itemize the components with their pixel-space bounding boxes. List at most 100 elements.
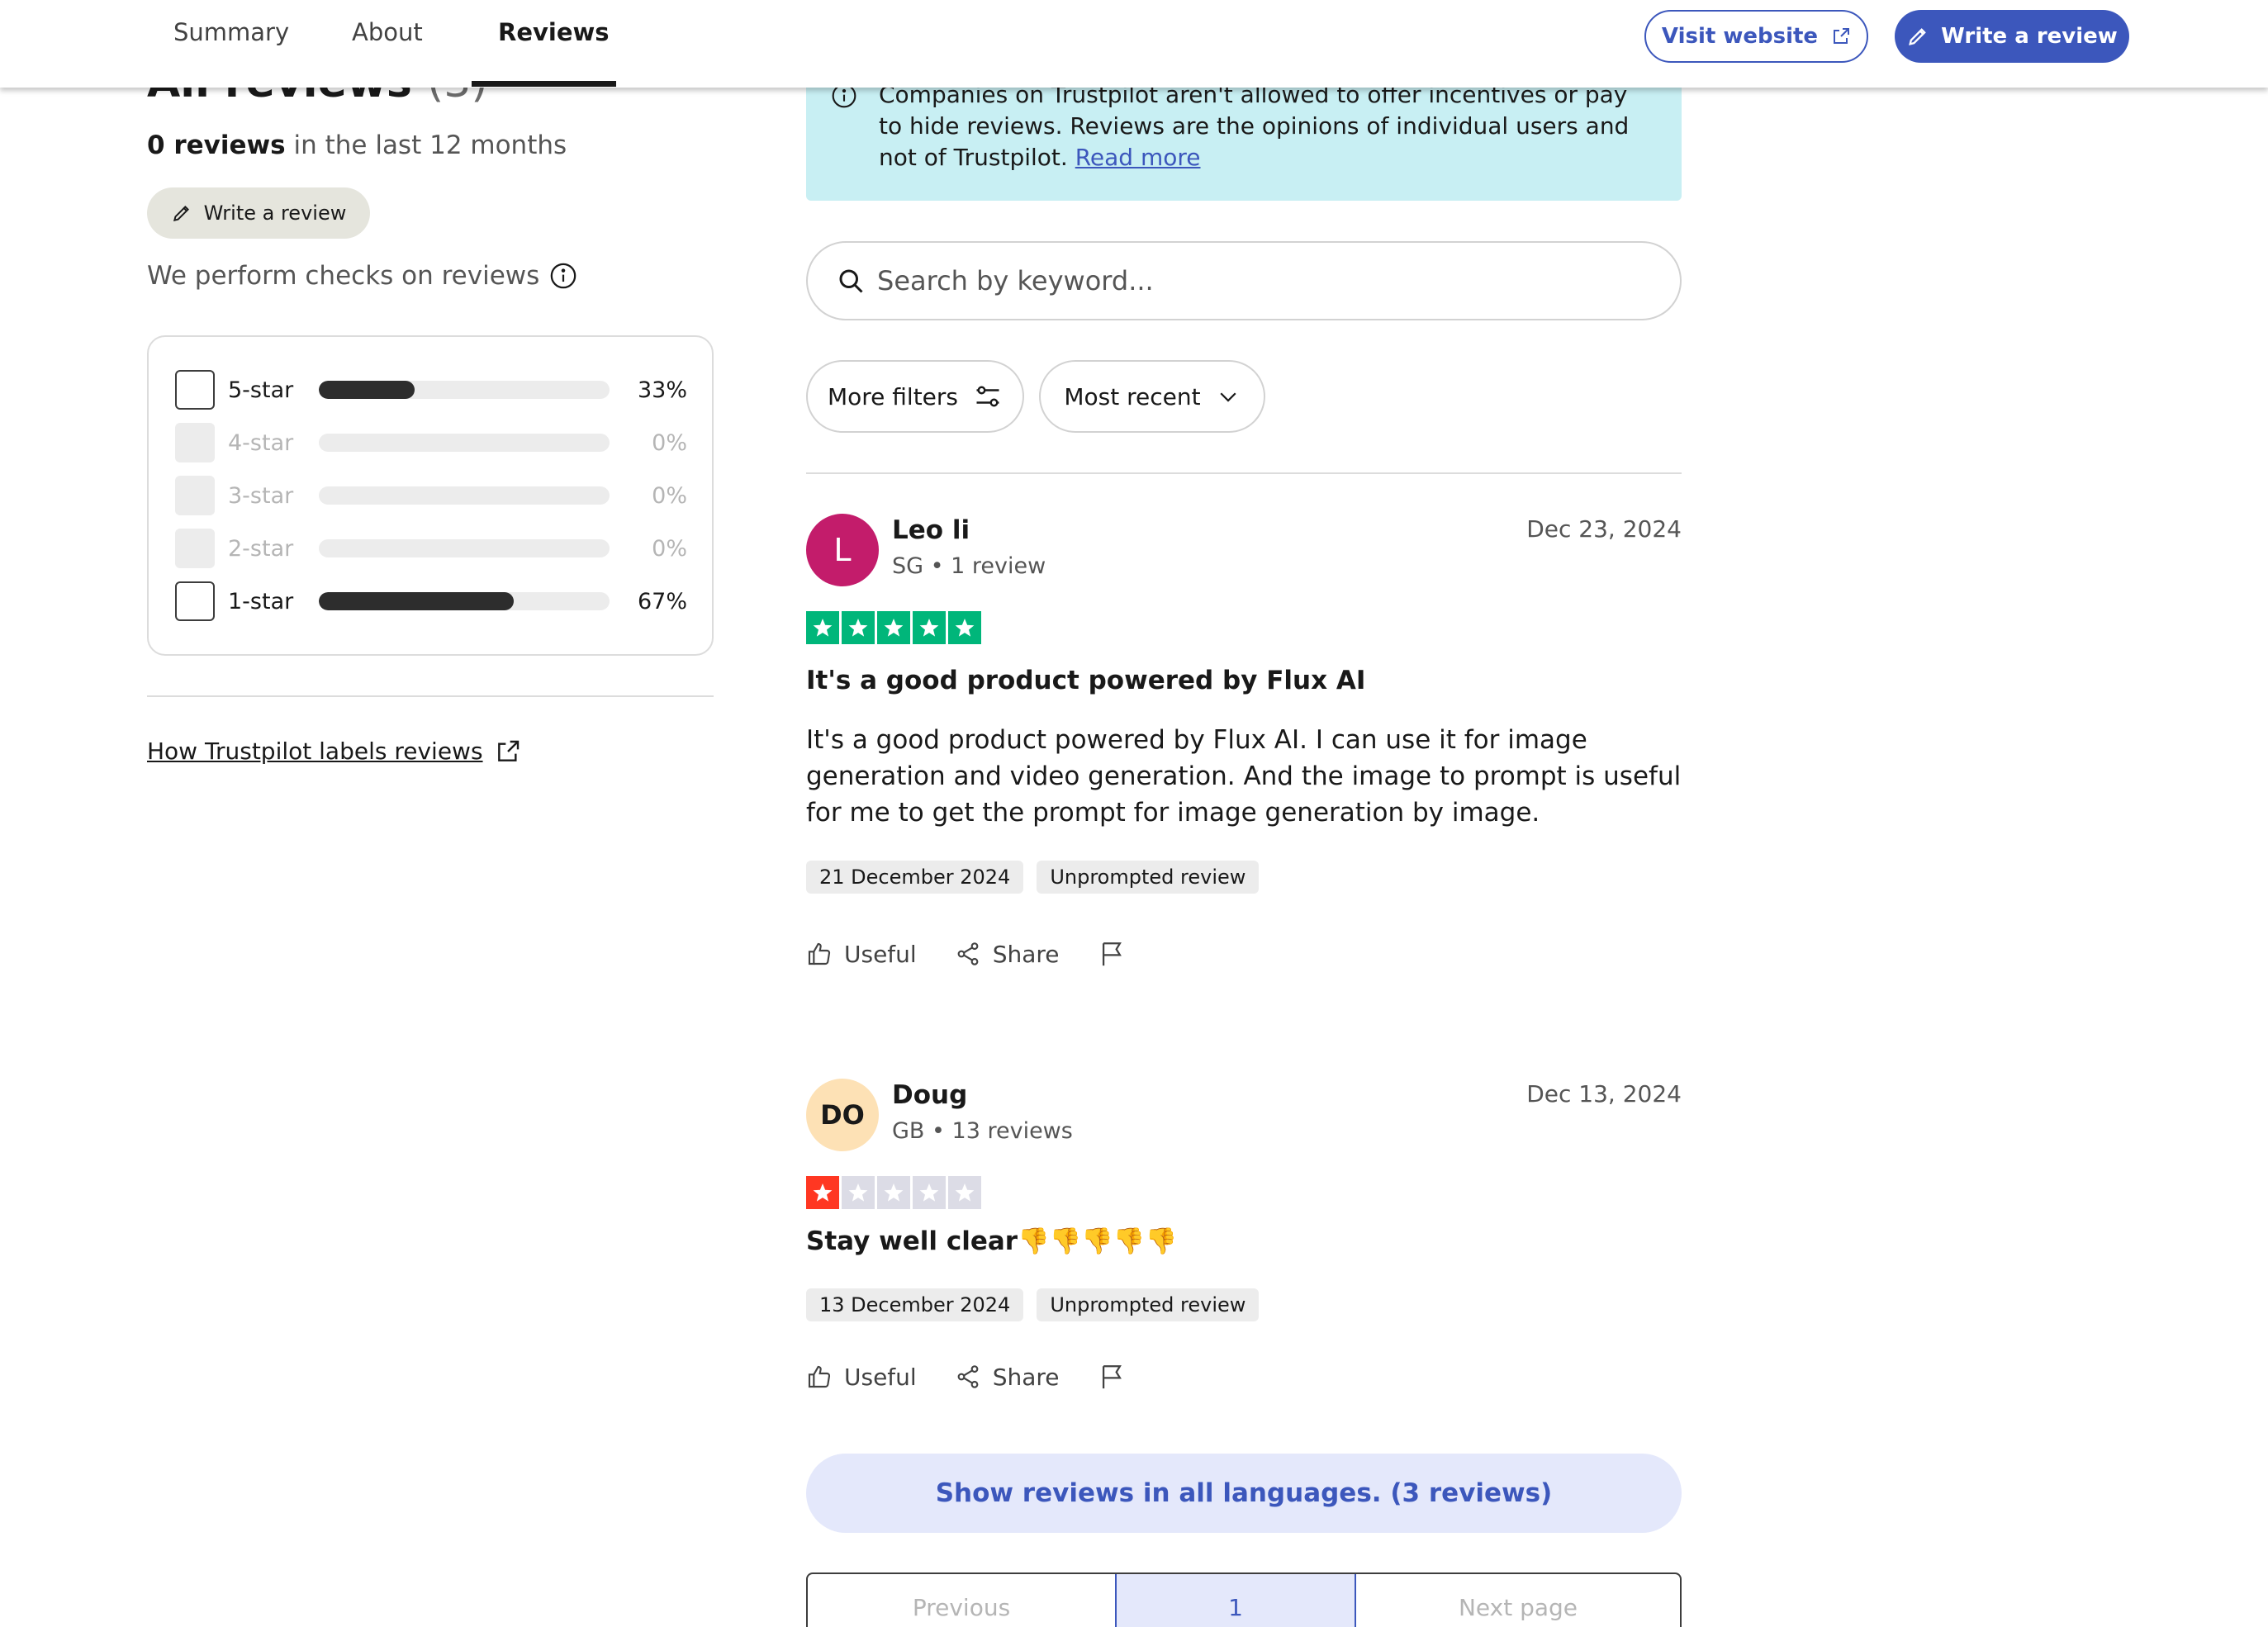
rating-bar-fill-5 xyxy=(319,381,415,399)
top-nav: Summary About Reviews Visit website Writ… xyxy=(0,0,2268,88)
share-icon xyxy=(957,942,979,965)
pencil-icon xyxy=(1909,28,1926,45)
rating-percent-5: 33% xyxy=(637,377,687,403)
rating-distribution: 5-star 33% 4-star 0% 3-star 0% 2-star 0%… xyxy=(147,335,714,656)
rating-row-3: 3-star 0% xyxy=(175,476,687,515)
share-label: Share xyxy=(992,940,1060,968)
review-title[interactable]: Stay well clear👎👎👎👎👎 xyxy=(806,1226,1177,1256)
useful-button[interactable]: Useful xyxy=(806,941,917,968)
previous-page-button[interactable]: Previous xyxy=(808,1574,1115,1627)
write-review-label-top: Write a review xyxy=(1941,24,2118,49)
star-icon xyxy=(877,1176,910,1209)
more-filters-button[interactable]: More filters xyxy=(806,360,1024,433)
useful-button[interactable]: Useful xyxy=(806,1364,917,1391)
reviewer-meta: GB • 13 reviews xyxy=(892,1118,1073,1144)
rating-row-2: 2-star 0% xyxy=(175,529,687,568)
rating-bar-1 xyxy=(319,592,610,610)
experience-date-tag: 13 December 2024 xyxy=(806,1288,1024,1321)
star-icon xyxy=(948,611,981,644)
page-1-button[interactable]: 1 xyxy=(1115,1574,1356,1627)
star-icon xyxy=(948,1176,981,1209)
thumbs-up-icon xyxy=(808,1365,831,1388)
review-title[interactable]: It's a good product powered by Flux AI xyxy=(806,666,1365,695)
tab-summary[interactable]: Summary xyxy=(173,18,289,46)
rating-label-2: 2-star xyxy=(228,535,294,562)
rating-checkbox-3 xyxy=(175,476,215,515)
pencil-icon xyxy=(173,206,189,222)
flag-icon[interactable] xyxy=(1098,940,1126,968)
experience-date-tag: 21 December 2024 xyxy=(806,861,1024,894)
reviews-last-count: 0 reviews xyxy=(147,130,286,160)
more-filters-label: More filters xyxy=(827,382,959,410)
read-more-link[interactable]: Read more xyxy=(1075,144,1201,171)
unprompted-review-tag[interactable]: Unprompted review xyxy=(1037,861,1260,894)
rating-bar-2 xyxy=(319,539,610,557)
write-review-button-top[interactable]: Write a review xyxy=(1895,10,2129,63)
review-tags: 21 December 2024 Unprompted review xyxy=(806,861,1260,894)
star-icon xyxy=(806,611,839,644)
reviews-last-12-months: 0 reviews in the last 12 months xyxy=(147,130,567,160)
star-rating xyxy=(806,611,981,644)
rating-label-3: 3-star xyxy=(228,482,294,509)
rating-checkbox-4 xyxy=(175,423,215,462)
share-button[interactable]: Share xyxy=(955,1364,1060,1391)
tab-about[interactable]: About xyxy=(352,18,423,46)
reviewer-meta: SG • 1 review xyxy=(892,553,1046,579)
useful-label: Useful xyxy=(844,1363,917,1391)
rating-bar-3 xyxy=(319,486,610,505)
review-checks: We perform checks on reviews xyxy=(147,261,577,291)
rating-bar-fill-1 xyxy=(319,592,514,610)
show-all-languages-button[interactable]: Show reviews in all languages. (3 review… xyxy=(806,1454,1682,1533)
rating-row-5[interactable]: 5-star 33% xyxy=(175,370,687,410)
useful-label: Useful xyxy=(844,940,917,968)
star-icon xyxy=(913,1176,946,1209)
search-box[interactable] xyxy=(806,241,1682,320)
sort-dropdown[interactable]: Most recent xyxy=(1039,360,1265,433)
external-link-icon xyxy=(1834,28,1850,44)
rating-percent-2: 0% xyxy=(652,535,687,562)
rating-label-1: 1-star xyxy=(228,588,294,614)
next-page-button[interactable]: Next page xyxy=(1356,1574,1680,1627)
thumbs-up-icon xyxy=(808,942,831,965)
reviews-last-suffix: in the last 12 months xyxy=(293,130,567,160)
share-label: Share xyxy=(992,1363,1060,1391)
review-body: It's a good product powered by Flux AI. … xyxy=(806,725,1682,828)
rating-checkbox-5[interactable] xyxy=(175,370,215,410)
rating-checkbox-1[interactable] xyxy=(175,581,215,621)
write-review-button-sidebar[interactable]: Write a review xyxy=(147,187,370,239)
rating-label-4: 4-star xyxy=(228,429,294,456)
filter-sliders-icon xyxy=(976,386,999,407)
visit-website-label: Visit website xyxy=(1661,24,1819,49)
reviewer-name[interactable]: Leo li xyxy=(892,515,970,545)
active-tab-underline xyxy=(472,81,616,87)
reviews-divider xyxy=(806,472,1682,474)
rating-percent-3: 0% xyxy=(652,482,687,509)
unprompted-review-tag[interactable]: Unprompted review xyxy=(1037,1288,1260,1321)
share-button[interactable]: Share xyxy=(955,941,1060,968)
star-icon xyxy=(806,1176,839,1209)
rating-percent-4: 0% xyxy=(652,429,687,456)
external-link-icon xyxy=(497,740,519,761)
review-actions: Useful Share xyxy=(806,940,1126,968)
how-labels-text: How Trustpilot labels reviews xyxy=(147,738,483,765)
reviewer-name[interactable]: Doug xyxy=(892,1080,967,1110)
tab-reviews[interactable]: Reviews xyxy=(498,18,610,46)
rating-checkbox-2 xyxy=(175,529,215,568)
info-icon[interactable] xyxy=(549,262,577,290)
review-actions: Useful Share xyxy=(806,1363,1126,1391)
search-input[interactable] xyxy=(877,265,1620,296)
rating-label-5: 5-star xyxy=(228,377,294,403)
review-tags: 13 December 2024 Unprompted review xyxy=(806,1288,1260,1321)
visit-website-button[interactable]: Visit website xyxy=(1644,10,1868,63)
how-trustpilot-labels-link[interactable]: How Trustpilot labels reviews xyxy=(147,738,521,765)
write-review-label-sidebar: Write a review xyxy=(203,202,347,225)
rating-bar-4 xyxy=(319,434,610,452)
avatar[interactable]: L xyxy=(806,514,879,586)
review-date: Dec 13, 2024 xyxy=(1526,1080,1682,1108)
avatar[interactable]: DO xyxy=(806,1079,879,1151)
star-rating xyxy=(806,1176,981,1209)
flag-icon[interactable] xyxy=(1098,1363,1126,1391)
search-icon xyxy=(839,269,863,293)
rating-bar-5 xyxy=(319,381,610,399)
rating-row-1[interactable]: 1-star 67% xyxy=(175,581,687,621)
